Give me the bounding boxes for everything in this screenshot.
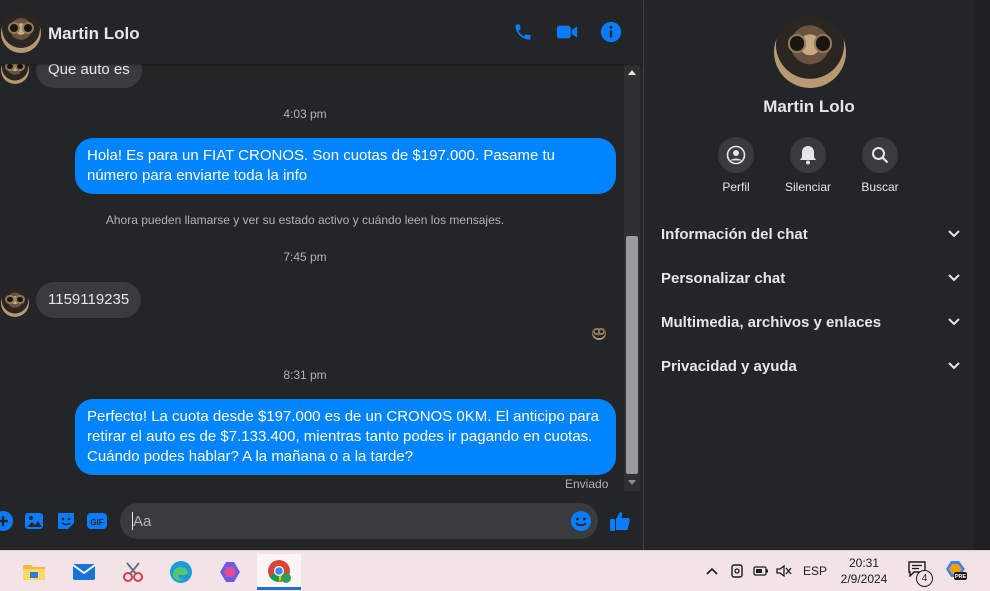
scrollbar-thumb[interactable]	[626, 236, 638, 474]
edge-browser-icon[interactable]	[159, 554, 203, 590]
action-label: Silenciar	[784, 180, 832, 194]
clock-date: 2/9/2024	[840, 572, 888, 586]
image-icon[interactable]	[23, 510, 45, 532]
scroll-up-arrow-icon[interactable]	[624, 64, 640, 80]
sticker-icon[interactable]	[55, 510, 77, 532]
action-label: Perfil	[722, 180, 750, 194]
text-caret	[132, 512, 133, 530]
chat-header: Martin Lolo	[0, 0, 642, 64]
message-list[interactable]: Que auto es 4:03 pm Hola! Es para un FIA…	[0, 64, 622, 494]
contact-name[interactable]: Martin Lolo	[48, 24, 140, 44]
message-status: Enviado	[565, 477, 609, 491]
chrome-browser-icon[interactable]	[257, 554, 301, 590]
messenger-app: Martin Lolo Que auto es 4:03 pm Hola! Es…	[0, 0, 990, 550]
message-outgoing[interactable]: Hola! Es para un FIAT CRONOS. Son cuotas…	[75, 138, 616, 194]
composer: GIF	[0, 500, 642, 542]
video-icon[interactable]	[555, 20, 579, 44]
phone-icon[interactable]	[511, 20, 535, 44]
window-edge	[973, 0, 990, 550]
mail-icon[interactable]	[62, 554, 106, 590]
copilot-icon[interactable]	[208, 554, 252, 590]
chevron-down-icon	[948, 230, 960, 238]
chevron-down-icon	[948, 362, 960, 370]
timestamp: 7:45 pm	[283, 250, 327, 264]
mute-button[interactable]: Silenciar	[773, 137, 843, 194]
taskbar: ESP 20:31 2/9/2024 4 PRE	[0, 550, 990, 591]
section-privacy-help[interactable]: Privacidad y ayuda	[644, 344, 974, 388]
message-input[interactable]	[120, 503, 598, 539]
info-icon[interactable]	[599, 20, 623, 44]
search-icon	[862, 137, 898, 173]
clock[interactable]: 20:31 2/9/2024	[834, 555, 894, 587]
svg-text:GIF: GIF	[90, 518, 103, 527]
language-indicator[interactable]: ESP	[801, 562, 829, 580]
volume-muted-icon[interactable]	[775, 562, 793, 580]
message-incoming[interactable]: Que auto es	[36, 64, 142, 88]
profile-avatar[interactable]	[774, 16, 846, 88]
emoji-icon[interactable]	[570, 510, 592, 532]
bell-icon	[790, 137, 826, 173]
seen-avatar	[592, 326, 606, 340]
section-chat-info[interactable]: Información del chat	[644, 212, 974, 256]
plus-icon[interactable]	[0, 510, 14, 532]
search-button[interactable]: Buscar	[845, 137, 915, 194]
snipping-tool-icon[interactable]	[111, 554, 155, 590]
action-label: Buscar	[861, 180, 899, 194]
avatar[interactable]	[1, 13, 41, 53]
timestamp: 4:03 pm	[283, 107, 327, 121]
chat-pane: Martin Lolo Que auto es 4:03 pm Hola! Es…	[0, 0, 642, 550]
clock-time: 20:31	[848, 556, 880, 570]
chevron-down-icon	[948, 274, 960, 282]
avatar	[1, 64, 29, 84]
section-label: Multimedia, archivos y enlaces	[661, 313, 882, 331]
profile-name: Martin Lolo	[763, 97, 855, 116]
system-message: Ahora pueden llamarse y ver su estado ac…	[105, 213, 505, 227]
section-customize-chat[interactable]: Personalizar chat	[644, 256, 974, 300]
svg-text:PRE: PRE	[955, 574, 967, 580]
avatar	[1, 289, 29, 317]
profile-icon	[718, 137, 754, 173]
message-incoming[interactable]: 1159119235	[36, 282, 142, 318]
copilot-pre-icon[interactable]: PRE	[945, 561, 967, 580]
like-icon[interactable]	[609, 510, 631, 532]
profile-button[interactable]: Perfil	[701, 137, 771, 194]
file-explorer-icon[interactable]	[12, 554, 56, 590]
camera-status-icon[interactable]	[728, 562, 746, 580]
chevron-down-icon	[948, 318, 960, 326]
message-outgoing[interactable]: Perfecto! La cuota desde $197.000 es de …	[75, 399, 616, 475]
section-media-files[interactable]: Multimedia, archivos y enlaces	[644, 300, 974, 344]
conversation-info-pane: Martin Lolo Perfil Silenciar Buscar Info…	[643, 0, 973, 550]
timestamp: 8:31 pm	[283, 368, 327, 382]
chevron-up-icon[interactable]	[704, 562, 720, 580]
section-label: Personalizar chat	[661, 269, 786, 287]
section-label: Privacidad y ayuda	[661, 357, 797, 375]
scroll-down-arrow-icon[interactable]	[624, 475, 640, 491]
scrollbar[interactable]	[624, 64, 640, 491]
notification-count-badge: 4	[916, 570, 933, 587]
battery-icon[interactable]	[752, 562, 770, 580]
section-label: Información del chat	[661, 225, 808, 243]
gif-icon[interactable]: GIF	[86, 510, 108, 532]
